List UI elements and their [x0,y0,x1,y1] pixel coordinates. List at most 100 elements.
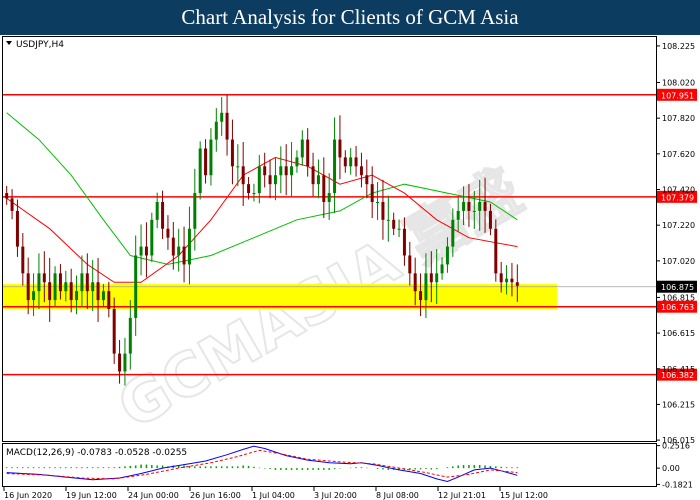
candle-body [440,264,444,274]
candle-body [69,282,73,301]
candle-body [193,193,197,229]
candle-body [204,148,208,176]
price-tag-label: 107.951 [661,91,694,100]
candle-body [214,121,218,140]
x-tick-label: 15 Jul 12:00 [500,491,548,500]
y-tick-label: 107.820 [662,114,695,123]
candle-body [316,175,320,185]
candle-body [462,201,466,211]
candle-body [220,112,224,122]
candle-body [273,175,277,185]
candle-body [451,219,455,247]
y-tick-label: 106.415 [662,365,695,374]
candle-body [85,273,89,292]
price-tag-label: 106.763 [661,303,694,312]
candle-body [64,282,68,292]
y-tick-label: 108.020 [662,78,695,87]
x-tick-label: 19 Jun 12:00 [66,491,117,500]
candle-body [155,201,159,220]
candle-body [48,282,52,301]
candle-body [263,166,267,176]
candle-body [225,112,229,140]
candle-body [505,278,509,283]
candle-body [230,139,234,167]
candle-body [472,210,476,212]
candle-body [32,291,36,301]
macd-y-tick-label: 0.00 [662,464,680,473]
candle-body [365,175,369,185]
candle-body [252,193,256,195]
candle-body [349,157,353,167]
candle-body [311,166,315,185]
candle-body [123,353,127,372]
candle-body [483,201,487,211]
x-tick-label: 8 Jul 08:00 [376,491,419,500]
candle-body [397,228,401,230]
candle-body [424,273,428,301]
page-title: Chart Analysis for Clients of GCM Asia [0,0,700,35]
candle-body [370,184,374,202]
y-tick-label: 107.420 [662,186,695,195]
chart-frame: Chart Analysis for Clients of GCM Asia G… [0,0,700,500]
candle-body [408,255,412,274]
x-tick-label: 3 Jul 20:00 [314,491,357,500]
candle-body [80,273,84,292]
candle-body [134,255,138,318]
x-tick-label: 12 Jul 21:01 [438,491,486,500]
candle-body [182,246,186,265]
candle-body [177,246,181,256]
price-tag-label: 107.379 [661,193,694,202]
macd-y-tick-label: -0.1821 [662,480,693,489]
candle-body [5,193,9,199]
candle-body [510,278,514,283]
macd-label: MACD(12,26,9) -0.0783 -0.0528 -0.0255 [6,448,187,458]
candle-body [343,157,347,167]
candle-body [295,157,299,167]
candle-body [392,219,396,229]
candle-body [236,166,240,168]
candle-body [150,219,154,256]
candle-body [478,201,482,211]
candle-body [257,166,261,194]
candle-body [333,139,337,194]
candle-body [279,166,283,176]
current-price-label: 106.875 [661,283,694,292]
candle-body [499,273,503,283]
candle-body [101,291,105,301]
candle-body [359,166,363,176]
candle-body [386,219,390,221]
candle-body [96,282,100,301]
candle-body [467,201,471,211]
x-tick-label: 26 Jun 16:00 [190,491,241,500]
candle-body [15,210,19,247]
candle-body [198,148,202,194]
candle-body [515,282,519,286]
candle-body [284,166,288,176]
x-tick-label: 24 Jun 00:00 [128,491,179,500]
candle [150,212,154,262]
x-tick-label: 16 Jun 2020 [4,491,52,500]
y-tick-label: 107.220 [662,221,695,230]
candle-body [187,228,191,265]
candle-body [139,246,143,256]
candle-body [488,210,492,229]
y-tick-label: 108.225 [662,42,695,51]
candle-body [456,210,460,220]
candle-body [58,273,62,292]
macd-y-tick-label: 0.2516 [662,442,690,451]
candle-body [42,273,46,283]
y-tick-label: 107.020 [662,257,695,266]
candle-body [429,273,433,283]
candle-body [161,201,165,229]
candle-body [53,273,57,301]
candle [494,219,498,282]
candle-body [241,166,245,185]
candle-body [290,166,294,176]
candle-body [268,175,272,185]
candle-body [435,273,439,283]
candle-body [21,246,25,274]
candle-body [107,291,111,310]
candle-body [209,139,213,176]
candle-body [37,273,41,292]
candle-body [354,157,358,167]
